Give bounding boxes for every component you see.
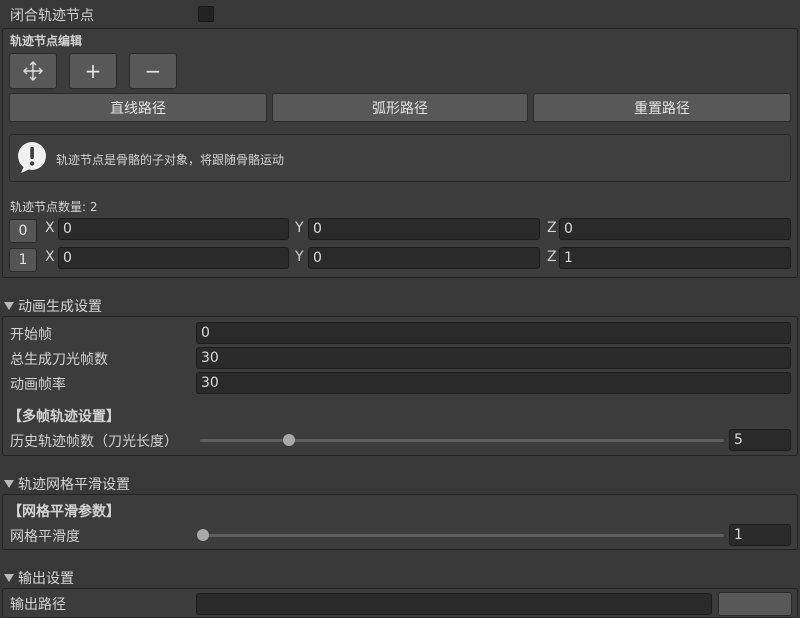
info-text: 轨迹节点是骨骼的子对象，将跟随骨骼运动: [56, 153, 285, 167]
move-icon: [23, 61, 43, 81]
node-0-z-label: Z: [547, 220, 557, 236]
mesh-smooth-slider-thumb[interactable]: [197, 529, 209, 541]
reset-path-button[interactable]: 重置路径: [533, 93, 791, 122]
output-section-title: 输出设置: [18, 571, 74, 587]
fps-input[interactable]: 30: [196, 372, 791, 394]
closed-trail-checkbox[interactable]: [198, 6, 214, 22]
history-frames-slider-track[interactable]: [200, 439, 724, 442]
mesh-section-header[interactable]: 轨迹网格平滑设置: [4, 474, 130, 494]
node-1-y-input[interactable]: 0: [308, 247, 540, 269]
output-path-input[interactable]: [196, 593, 712, 615]
node-index-1[interactable]: 1: [9, 248, 37, 272]
collapse-triangle-icon: [4, 302, 14, 310]
browse-button[interactable]: [718, 592, 792, 616]
node-0-x-input[interactable]: 0: [58, 218, 289, 240]
closed-trail-label: 闭合轨迹节点: [10, 8, 94, 24]
remove-node-button[interactable]: −: [129, 53, 177, 89]
node-1-x-input[interactable]: 0: [58, 247, 289, 269]
node-0-x-label: X: [45, 220, 55, 236]
mesh-params-title: 【网格平滑参数】: [8, 504, 120, 520]
mesh-smooth-label: 网格平滑度: [10, 529, 80, 545]
node-index-0[interactable]: 0: [9, 219, 37, 243]
collapse-triangle-icon: [4, 574, 14, 582]
node-1-y-label: Y: [295, 249, 304, 265]
node-1-x-label: X: [45, 249, 55, 265]
arc-path-button[interactable]: 弧形路径: [272, 93, 528, 122]
output-section-header[interactable]: 输出设置: [4, 568, 74, 588]
total-frames-label: 总生成刀光帧数: [10, 352, 108, 368]
start-frame-input[interactable]: 0: [196, 322, 791, 344]
warning-icon: [16, 140, 50, 178]
mesh-panel: [2, 494, 798, 550]
start-frame-label: 开始帧: [10, 327, 52, 343]
history-frames-input[interactable]: 5: [729, 429, 791, 451]
node-1-z-label: Z: [547, 249, 557, 265]
node-1-z-input[interactable]: 1: [559, 247, 791, 269]
anim-section-title: 动画生成设置: [18, 299, 102, 315]
node-0-y-label: Y: [295, 220, 304, 236]
multi-frame-title: 【多帧轨迹设置】: [8, 409, 120, 425]
node-count-label: 轨迹节点数量: 2: [10, 200, 98, 214]
straight-path-button[interactable]: 直线路径: [9, 93, 267, 122]
fps-label: 动画帧率: [10, 377, 66, 393]
add-node-button[interactable]: +: [69, 53, 117, 89]
mesh-smooth-input[interactable]: 1: [729, 524, 791, 546]
total-frames-input[interactable]: 30: [196, 347, 791, 369]
history-frames-label: 历史轨迹帧数（刀光长度）: [10, 434, 178, 450]
node-edit-title: 轨迹节点编辑: [10, 34, 83, 48]
collapse-triangle-icon: [4, 480, 14, 488]
node-0-y-input[interactable]: 0: [308, 218, 540, 240]
mesh-section-title: 轨迹网格平滑设置: [18, 477, 130, 493]
mesh-smooth-slider-track[interactable]: [200, 534, 724, 537]
history-frames-slider-thumb[interactable]: [283, 434, 295, 446]
node-0-z-input[interactable]: 0: [559, 218, 791, 240]
output-path-label: 输出路径: [10, 597, 66, 613]
move-node-button[interactable]: [9, 53, 57, 89]
anim-section-header[interactable]: 动画生成设置: [4, 296, 102, 316]
